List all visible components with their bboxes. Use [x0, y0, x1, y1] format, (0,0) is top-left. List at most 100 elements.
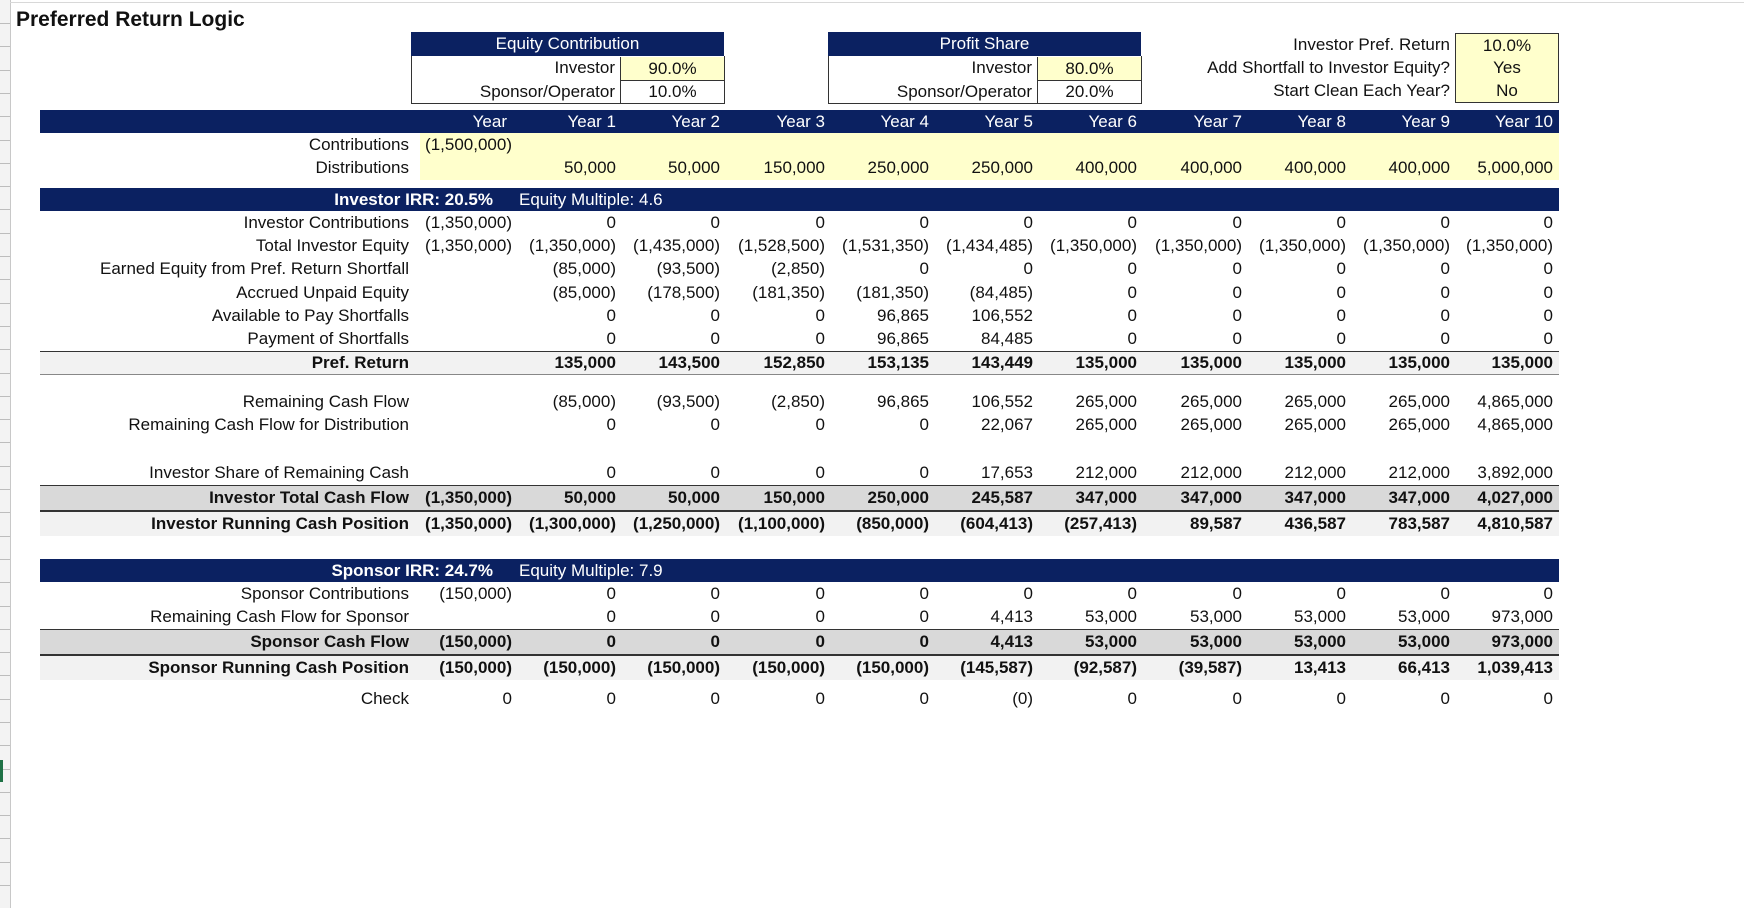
- value-cell[interactable]: 4,865,000: [1423, 415, 1553, 435]
- profit-box-header: Profit Share: [828, 32, 1141, 56]
- row-tick: [0, 186, 10, 187]
- row-tick: [0, 163, 10, 164]
- sponsor-equity-multiple: Equity Multiple: 7.9: [519, 561, 663, 580]
- equity-sponsor-label: Sponsor/Operator: [479, 82, 615, 101]
- row-tick: [0, 885, 10, 886]
- row-label: Accrued Unpaid Equity: [236, 283, 409, 302]
- row-tick: [0, 862, 10, 863]
- equity-investor-input[interactable]: 90.0%: [620, 57, 724, 81]
- equity-box-header: Equity Contribution: [411, 32, 724, 56]
- value-cell[interactable]: 0: [1423, 283, 1553, 303]
- value-cell[interactable]: 0: [1423, 584, 1553, 604]
- row-tick: [0, 349, 10, 350]
- row-tick: [0, 419, 10, 420]
- row-tick: [0, 116, 10, 117]
- year-header-9: Year 9: [1401, 112, 1450, 131]
- value-cell[interactable]: 3,892,000: [1423, 463, 1553, 483]
- year-header-10: Year 10: [1495, 112, 1553, 131]
- pref-return-bottom-rule: [40, 374, 1559, 375]
- value-cell[interactable]: (1,350,000): [1423, 236, 1553, 256]
- row-header-gutter: [0, 0, 11, 908]
- row-tick: [0, 326, 10, 327]
- equity-investor-label: Investor: [554, 58, 615, 77]
- row-tick: [0, 792, 10, 793]
- row-tick: [0, 582, 10, 583]
- row-tick: [0, 559, 10, 560]
- year-header-label: Year: [472, 112, 507, 131]
- year-header-2: Year 2: [671, 112, 720, 131]
- row-tick: [0, 536, 10, 537]
- row-label: Remaining Cash Flow: [242, 392, 409, 411]
- row-tick: [0, 815, 10, 816]
- add-shortfall-input[interactable]: Yes: [1455, 56, 1559, 80]
- row-tick: [0, 140, 10, 141]
- row-tick: [0, 396, 10, 397]
- year-header-5: Year 5: [984, 112, 1033, 131]
- pref-return-label: Investor Pref. Return: [1293, 35, 1450, 54]
- value-cell[interactable]: 0: [1423, 259, 1553, 279]
- investor-header-band: [40, 188, 1559, 211]
- value-cell[interactable]: 0: [1423, 689, 1553, 709]
- row-label: Available to Pay Shortfalls: [211, 306, 409, 325]
- value-cell[interactable]: 5,000,000: [1423, 158, 1553, 178]
- active-row-marker: [0, 760, 3, 782]
- row-tick: [0, 233, 10, 234]
- year-header-4: Year 4: [880, 112, 929, 131]
- row-tick: [0, 279, 10, 280]
- investor-equity-multiple: Equity Multiple: 4.6: [519, 190, 663, 209]
- row-tick: [0, 70, 10, 71]
- value-cell[interactable]: 0: [1423, 306, 1553, 326]
- row-tick: [0, 722, 10, 723]
- year0-cell[interactable]: (1,500,000): [382, 135, 512, 155]
- equity-sponsor-value[interactable]: 10.0%: [620, 80, 724, 103]
- row-tick: [0, 745, 10, 746]
- row-tick: [0, 442, 10, 443]
- row-tick: [0, 652, 10, 653]
- row-label: Investor Share of Remaining Cash: [149, 463, 409, 482]
- row-tick: [0, 256, 10, 257]
- value-cell[interactable]: 4,865,000: [1423, 392, 1553, 412]
- value-cell[interactable]: 4,027,000: [1423, 488, 1553, 508]
- sponsor-header-band: [40, 559, 1559, 582]
- row-tick: [0, 209, 10, 210]
- value-cell[interactable]: 1,039,413: [1423, 658, 1553, 678]
- row-tick: [0, 93, 10, 94]
- add-shortfall-label: Add Shortfall to Investor Equity?: [1207, 58, 1450, 77]
- row-tick: [0, 303, 10, 304]
- value-cell[interactable]: 4,810,587: [1423, 514, 1553, 534]
- year-header-7: Year 7: [1193, 112, 1242, 131]
- pref-return-input[interactable]: 10.0%: [1455, 33, 1559, 58]
- profit-sponsor-label: Sponsor/Operator: [896, 82, 1032, 101]
- year-header-3: Year 3: [776, 112, 825, 131]
- row-tick: [0, 23, 10, 24]
- row-tick: [0, 629, 10, 630]
- year-header-1: Year 1: [567, 112, 616, 131]
- row-label: Remaining Cash Flow for Distribution: [128, 415, 409, 434]
- value-cell[interactable]: 135,000: [1423, 353, 1553, 373]
- row-tick: [0, 466, 10, 467]
- row-label: Remaining Cash Flow for Sponsor: [150, 607, 409, 626]
- sheet-title: Preferred Return Logic: [16, 8, 245, 31]
- row-tick: [0, 46, 10, 47]
- row-tick: [0, 699, 10, 700]
- value-cell[interactable]: 973,000: [1423, 632, 1553, 652]
- grid-top-border: [10, 0, 1744, 3]
- row-tick: [0, 606, 10, 607]
- row-tick: [0, 489, 10, 490]
- sponsor-irr: Sponsor IRR: 24.7%: [331, 561, 493, 580]
- row-label: Pref. Return: [311, 353, 409, 372]
- start-clean-input[interactable]: No: [1455, 79, 1559, 103]
- year-header-8: Year 8: [1297, 112, 1346, 131]
- start-clean-label: Start Clean Each Year?: [1273, 81, 1450, 100]
- value-cell[interactable]: 973,000: [1423, 607, 1553, 627]
- value-cell[interactable]: 0: [1423, 213, 1553, 233]
- row-tick: [0, 675, 10, 676]
- row-tick: [0, 838, 10, 839]
- row-tick: [0, 373, 10, 374]
- year-header-6: Year 6: [1088, 112, 1137, 131]
- value-cell[interactable]: 0: [1423, 329, 1553, 349]
- row-label: Distributions: [315, 158, 409, 177]
- row-label: Investor Running Cash Position: [151, 514, 409, 533]
- row-label: Payment of Shortfalls: [247, 329, 409, 348]
- row-label: Investor Total Cash Flow: [209, 488, 409, 507]
